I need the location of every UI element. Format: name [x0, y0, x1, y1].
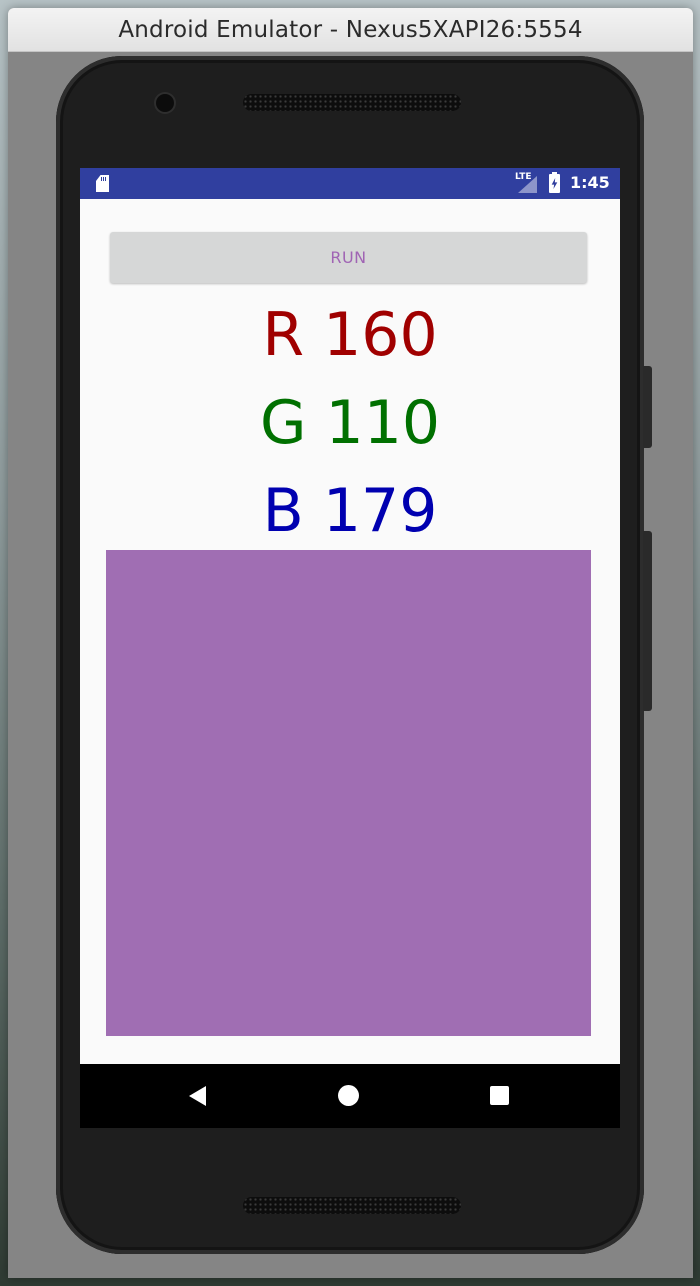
device-screen: LTE 1:45 RUN R 160 G 110 B 179 — [80, 168, 620, 1128]
red-value: R 160 — [262, 300, 438, 370]
window-title: Android Emulator - Nexus5XAPI26:5554 — [118, 16, 583, 43]
sd-card-icon — [96, 175, 109, 192]
top-speaker-grille — [243, 94, 461, 111]
status-bar: LTE 1:45 — [80, 168, 620, 199]
lte-label: LTE — [515, 172, 532, 182]
back-icon[interactable] — [189, 1086, 206, 1106]
green-value: G 110 — [259, 388, 441, 458]
volume-rocker[interactable] — [643, 531, 652, 711]
navigation-bar — [80, 1064, 620, 1128]
status-clock: 1:45 — [570, 173, 610, 192]
bottom-speaker-grille — [243, 1197, 461, 1214]
emulator-window: Android Emulator - Nexus5XAPI26:5554 LTE… — [8, 8, 693, 1278]
window-titlebar[interactable]: Android Emulator - Nexus5XAPI26:5554 — [8, 8, 693, 52]
battery-charging-icon — [549, 172, 560, 193]
color-swatch — [106, 550, 591, 1036]
run-button[interactable]: RUN — [110, 232, 587, 283]
power-button[interactable] — [643, 366, 652, 448]
home-icon[interactable] — [338, 1085, 359, 1106]
recents-icon[interactable] — [490, 1086, 509, 1105]
device-frame: LTE 1:45 RUN R 160 G 110 B 179 — [56, 56, 652, 1254]
blue-value: B 179 — [262, 476, 438, 546]
front-camera-icon — [156, 94, 174, 112]
